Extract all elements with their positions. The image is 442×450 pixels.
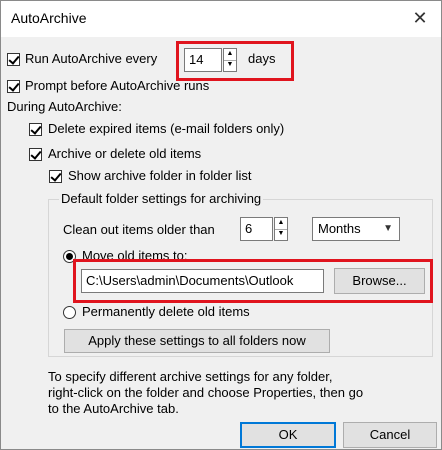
days-unit-label: days xyxy=(248,51,276,66)
run-autoarchive-label: Run AutoArchive every xyxy=(25,51,158,66)
permanent-delete-label: Permanently delete old items xyxy=(82,304,250,319)
archive-old-label: Archive or delete old items xyxy=(48,146,202,161)
apply-all-folders-button[interactable]: Apply these settings to all folders now xyxy=(64,329,330,353)
months-spinner[interactable]: ▲ ▼ xyxy=(274,217,288,241)
help-note-line: to the AutoArchive tab. xyxy=(48,401,179,416)
permanent-delete-radio[interactable] xyxy=(63,306,76,319)
spin-down-icon[interactable]: ▼ xyxy=(224,60,236,71)
chevron-down-icon: ▼ xyxy=(383,223,393,234)
months-count-input[interactable]: 6 xyxy=(240,217,273,241)
autoarchive-dialog: AutoArchive ✕ Run AutoArchive every 14 ▲… xyxy=(0,0,442,450)
prompt-label: Prompt before AutoArchive runs xyxy=(25,78,210,93)
title-bar: AutoArchive ✕ xyxy=(1,1,441,37)
prompt-checkbox[interactable] xyxy=(7,80,20,93)
browse-button[interactable]: Browse... xyxy=(334,268,425,294)
archive-old-checkbox[interactable] xyxy=(29,148,42,161)
days-input[interactable]: 14 xyxy=(184,48,222,72)
cancel-button[interactable]: Cancel xyxy=(343,422,437,448)
window-title: AutoArchive xyxy=(11,10,87,26)
ok-button[interactable]: OK xyxy=(240,422,336,448)
run-autoarchive-checkbox[interactable] xyxy=(7,53,20,66)
period-select[interactable]: Months ▼ xyxy=(312,217,400,241)
delete-expired-label: Delete expired items (e-mail folders onl… xyxy=(48,121,285,136)
help-note: To specify different archive settings fo… xyxy=(48,369,363,417)
show-folder-label: Show archive folder in folder list xyxy=(68,168,252,183)
during-label: During AutoArchive: xyxy=(7,99,122,114)
days-spinner[interactable]: ▲ ▼ xyxy=(223,48,237,72)
show-folder-checkbox[interactable] xyxy=(49,170,62,183)
close-icon[interactable]: ✕ xyxy=(407,5,433,31)
spin-down-icon[interactable]: ▼ xyxy=(275,229,287,240)
archive-path-input[interactable]: C:\Users\admin\Documents\Outlook xyxy=(81,269,324,293)
period-value: Months xyxy=(318,221,361,236)
help-note-line: To specify different archive settings fo… xyxy=(48,369,333,384)
clean-out-label: Clean out items older than xyxy=(63,222,215,237)
help-note-line: right-click on the folder and choose Pro… xyxy=(48,385,364,400)
delete-expired-checkbox[interactable] xyxy=(29,123,42,136)
group-legend: Default folder settings for archiving xyxy=(59,191,264,206)
